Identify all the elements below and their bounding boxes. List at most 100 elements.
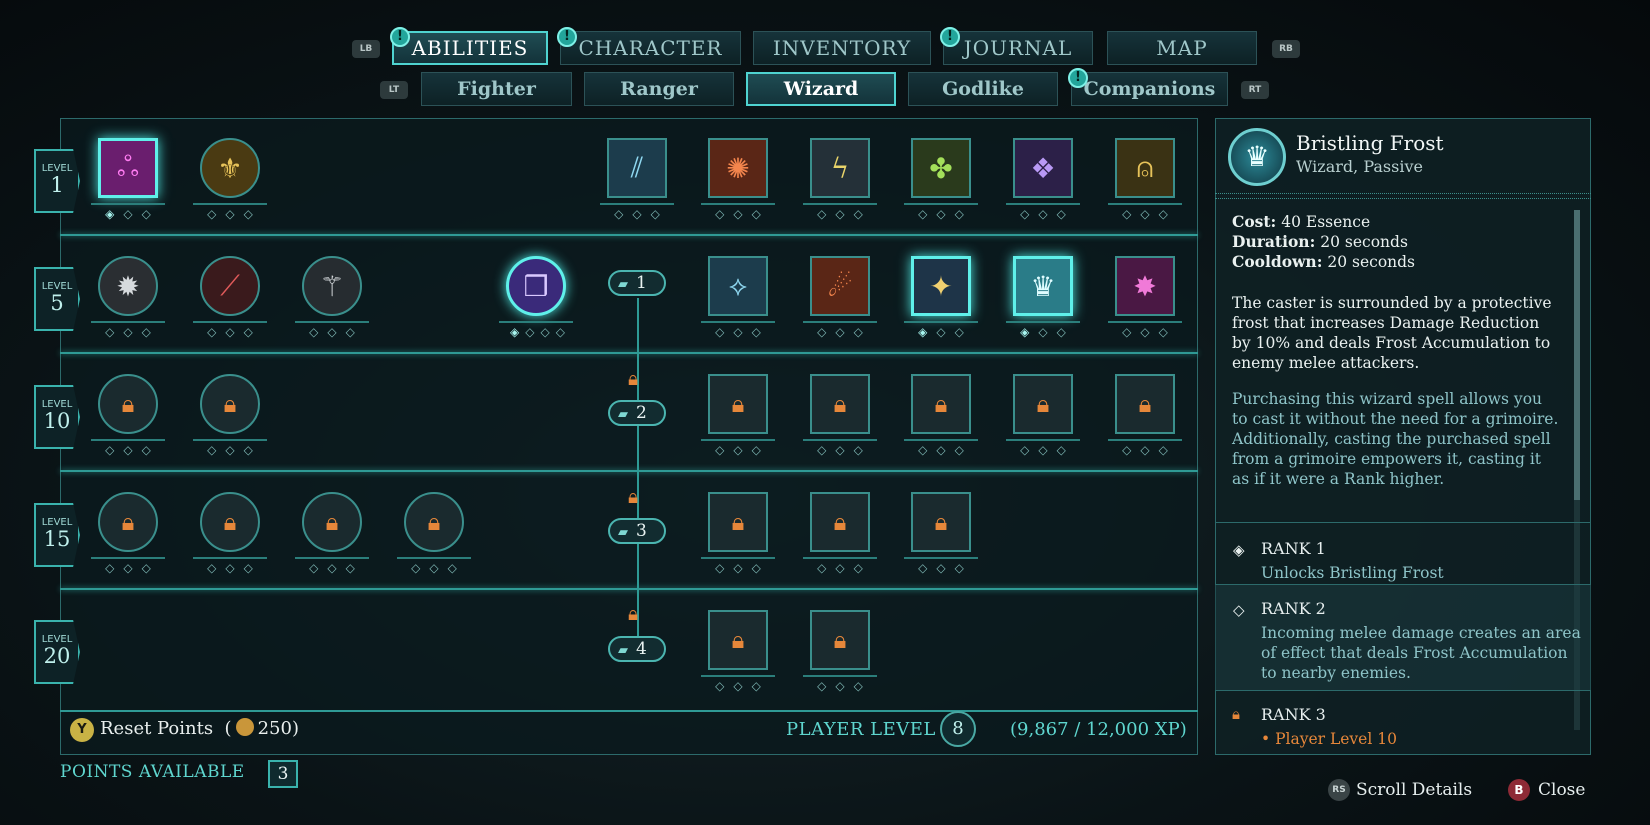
ability-node[interactable]: ☄ ◇◇◇ bbox=[803, 253, 877, 339]
locked-ability-node[interactable]: 🔒︎ ◇◇◇ bbox=[295, 489, 369, 575]
grimoire-node[interactable]: ❒ ◈◇◇◇ bbox=[499, 253, 573, 339]
reset-points-button[interactable]: Reset Points (250) bbox=[100, 718, 299, 739]
grimoire-rank-4[interactable]: ▰ 4 bbox=[608, 636, 666, 662]
locked-ability-node[interactable]: 🔒︎ ◇◇◇ bbox=[803, 607, 877, 693]
tab-ranger[interactable]: Ranger bbox=[584, 72, 734, 106]
grimoire-connector-line bbox=[637, 298, 639, 650]
book-icon: ▰ bbox=[618, 407, 628, 422]
ability-subtitle: Wizard, Passive bbox=[1296, 157, 1423, 176]
ability-node[interactable]: ⟡ ◇◇◇ bbox=[701, 253, 775, 339]
rt-button-hint[interactable]: RT bbox=[1241, 81, 1269, 99]
locked-ability-node[interactable]: 🔒︎ ◇◇◇ bbox=[904, 371, 978, 457]
ability-node[interactable]: ✦ ◈◇◇ bbox=[904, 253, 978, 339]
ability-node[interactable]: ⍝ ◇◇◇ bbox=[1108, 135, 1182, 221]
close-label[interactable]: Close bbox=[1538, 780, 1585, 800]
locked-ability-node[interactable]: 🔒︎ ◇◇◇ bbox=[904, 489, 978, 575]
grimoire-note: Purchasing this wizard spell allows you … bbox=[1232, 390, 1559, 488]
rank-2-row[interactable]: ◇ RANK 2 Incoming melee damage creates a… bbox=[1215, 584, 1591, 690]
locked-ability-node[interactable]: 🔒︎ ◇◇◇ bbox=[1006, 371, 1080, 457]
grimoire-rank-2[interactable]: ▰ 2 bbox=[608, 400, 666, 426]
rb-button-hint[interactable]: RB bbox=[1272, 40, 1300, 58]
bristling-frost-node[interactable]: ♛ ◈◇◇ bbox=[1006, 253, 1080, 339]
duration-value: 20 seconds bbox=[1320, 233, 1408, 251]
arcane-swirl-icon: ஃ bbox=[98, 138, 158, 198]
node-bar bbox=[193, 439, 267, 441]
ability-node[interactable]: ✸ ◇◇◇ bbox=[1108, 253, 1182, 339]
rank-pips: ◇◇◇ bbox=[309, 561, 364, 575]
tab-inventory[interactable]: INVENTORY bbox=[753, 31, 931, 65]
grimoire-rank-3[interactable]: ▰ 3 bbox=[608, 518, 666, 544]
rank-pips: ◈◇◇ bbox=[105, 207, 160, 221]
ability-node[interactable]: ⟋ ◇◇◇ bbox=[193, 253, 267, 339]
ability-node[interactable]: ✺ ◇◇◇ bbox=[701, 135, 775, 221]
notification-icon: ! bbox=[940, 27, 960, 47]
lb-button-hint[interactable]: LB bbox=[352, 40, 380, 58]
grimoire-rank-1[interactable]: ▰ 1 bbox=[608, 270, 666, 296]
rank-pips: ◇◇◇ bbox=[817, 325, 872, 339]
lock-icon: 🔒︎ bbox=[708, 492, 768, 552]
tab-journal[interactable]: JOURNAL bbox=[943, 31, 1093, 65]
grimoire-rank-number: 2 bbox=[636, 403, 647, 423]
tab-companions[interactable]: Companions bbox=[1071, 72, 1228, 106]
fire-fan-icon: ✺ bbox=[708, 138, 768, 198]
ability-node[interactable]: ஃ ◈◇◇ bbox=[91, 135, 165, 221]
tab-godlike[interactable]: Godlike bbox=[908, 72, 1058, 106]
locked-ability-node[interactable]: 🔒︎ ◇◇◇ bbox=[1108, 371, 1182, 457]
coin-icon bbox=[235, 718, 254, 736]
ability-node[interactable]: ⚜ ◇◇◇ bbox=[193, 135, 267, 221]
cooldown-label: Cooldown: bbox=[1232, 252, 1323, 271]
locked-ability-node[interactable]: 🔒︎ ◇◇◇ bbox=[803, 489, 877, 575]
ability-node[interactable]: ✹ ◇◇◇ bbox=[91, 253, 165, 339]
tab-abilities[interactable]: ABILITIES bbox=[392, 31, 548, 65]
b-button-icon[interactable]: B bbox=[1508, 779, 1530, 801]
tab-map[interactable]: MAP bbox=[1107, 31, 1257, 65]
node-bar bbox=[91, 203, 165, 205]
node-bar bbox=[1108, 203, 1182, 205]
duration-label: Duration: bbox=[1232, 232, 1316, 251]
lock-icon: 🔒︎ bbox=[810, 374, 870, 434]
rank-pips: ◇◇◇ bbox=[715, 325, 770, 339]
rank-pips: ◇◇◇ bbox=[614, 207, 669, 221]
lock-icon: 🔒︎ bbox=[810, 492, 870, 552]
book-icon: ▰ bbox=[618, 643, 628, 658]
ability-node[interactable]: ⫽ ◇◇◇ bbox=[600, 135, 674, 221]
lt-button-hint[interactable]: LT bbox=[380, 81, 408, 99]
ability-node[interactable]: ϟ ◇◇◇ bbox=[803, 135, 877, 221]
locked-ability-node[interactable]: 🔒︎ ◇◇◇ bbox=[193, 489, 267, 575]
locked-ability-node[interactable]: 🔒︎ ◇◇◇ bbox=[701, 607, 775, 693]
locked-ability-node[interactable]: 🔒︎ ◇◇◇ bbox=[803, 371, 877, 457]
header-divider bbox=[1215, 193, 1591, 199]
scroll-details-label[interactable]: Scroll Details bbox=[1356, 780, 1472, 800]
cost-label: Cost: bbox=[1232, 212, 1277, 231]
burst-icon: ✹ bbox=[98, 256, 158, 316]
level-badge-20: LEVEL 20 bbox=[34, 620, 80, 684]
y-button-icon[interactable]: Y bbox=[70, 718, 94, 742]
rank-pips: ◇◇◇ bbox=[1020, 443, 1075, 457]
ability-node[interactable]: ✤ ◇◇◇ bbox=[904, 135, 978, 221]
tab-character[interactable]: CHARACTER bbox=[560, 31, 741, 65]
rank-pips: ◇◇◇ bbox=[715, 207, 770, 221]
locked-ability-node[interactable]: 🔒︎ ◇◇◇ bbox=[91, 489, 165, 575]
lock-icon: 🔒︎ bbox=[1115, 374, 1175, 434]
locked-ability-node[interactable]: 🔒︎ ◇◇◇ bbox=[397, 489, 471, 575]
grimoire-rank-number: 3 bbox=[636, 521, 647, 541]
node-bar bbox=[904, 557, 978, 559]
locked-ability-node[interactable]: 🔒︎ ◇◇◇ bbox=[701, 371, 775, 457]
tab-wizard[interactable]: Wizard bbox=[746, 72, 896, 106]
ability-node[interactable]: ❖ ◇◇◇ bbox=[1006, 135, 1080, 221]
reset-points-label: Reset Points bbox=[100, 718, 214, 739]
locked-ability-node[interactable]: 🔒︎ ◇◇◇ bbox=[91, 371, 165, 457]
crystal-icon: ❖ bbox=[1013, 138, 1073, 198]
rank-pips: ◇◇◇ bbox=[817, 443, 872, 457]
details-scrollbar-thumb[interactable] bbox=[1574, 210, 1580, 500]
locked-ability-node[interactable]: 🔒︎ ◇◇◇ bbox=[193, 371, 267, 457]
ability-node[interactable]: ⚚ ◇◇◇ bbox=[295, 253, 369, 339]
rank-1-desc: Unlocks Bristling Frost bbox=[1261, 564, 1444, 582]
rank-pips: ◇◇◇ bbox=[918, 207, 973, 221]
lock-icon: 🔒︎ bbox=[810, 610, 870, 670]
tab-fighter[interactable]: Fighter bbox=[421, 72, 572, 106]
rs-button-icon[interactable]: RS bbox=[1328, 779, 1350, 801]
locked-ability-node[interactable]: 🔒︎ ◇◇◇ bbox=[701, 489, 775, 575]
node-bar bbox=[1006, 439, 1080, 441]
node-bar bbox=[397, 557, 471, 559]
